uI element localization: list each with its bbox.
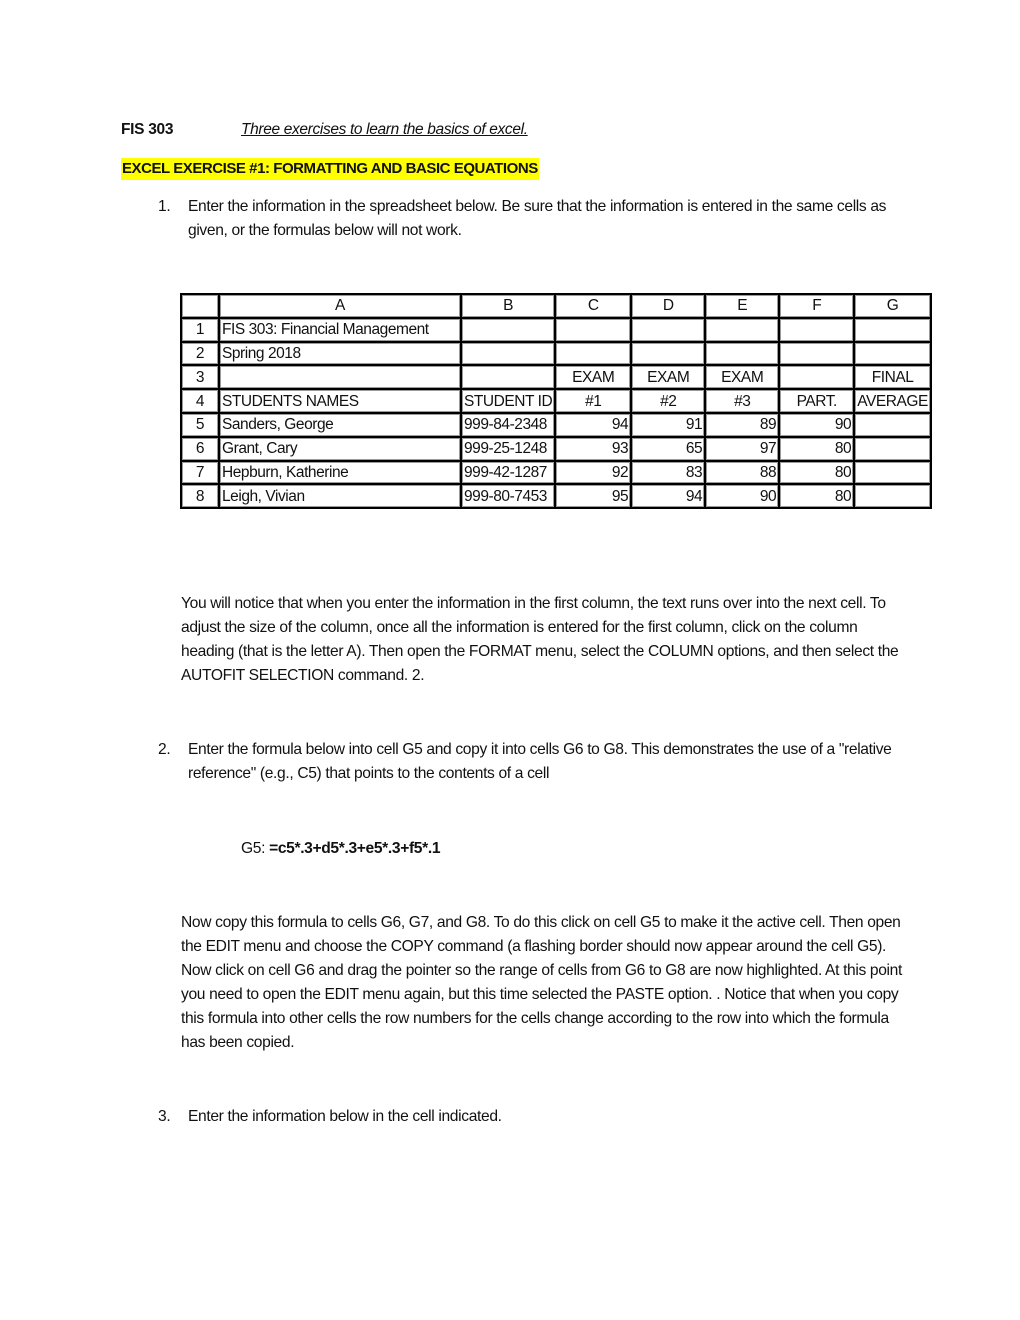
cell-d5[interactable]: 91 <box>630 411 707 438</box>
cell-a5[interactable]: Sanders, George <box>218 411 462 438</box>
cell-e8[interactable]: 90 <box>704 483 781 510</box>
cell-g5[interactable] <box>853 411 932 438</box>
cell-b2[interactable] <box>459 340 557 367</box>
cell-a6[interactable]: Grant, Cary <box>218 435 462 462</box>
row-header[interactable]: 6 <box>180 435 220 462</box>
cell-g2[interactable] <box>853 340 932 367</box>
cell-c5[interactable]: 94 <box>554 411 633 438</box>
column-header-c[interactable]: C <box>554 293 633 319</box>
cell-g6[interactable] <box>853 435 932 462</box>
row-header[interactable]: 5 <box>180 411 220 438</box>
exercise-title: EXCEL EXERCISE #1: FORMATTING AND BASIC … <box>121 158 539 180</box>
cell-d3[interactable]: EXAM <box>630 364 707 391</box>
cell-a1[interactable]: FIS 303: Financial Management <box>218 316 462 343</box>
cell-f1[interactable] <box>778 316 856 343</box>
row-header[interactable]: 1 <box>180 316 220 343</box>
formula-cell-label: G5: <box>241 840 270 857</box>
autofit-note: You will notice that when you enter the … <box>181 595 899 684</box>
cell-e4[interactable]: #3 <box>704 388 781 414</box>
step-3-number: 3. <box>158 1108 171 1125</box>
cell-c3[interactable]: EXAM <box>554 364 633 391</box>
cell-e2[interactable] <box>704 340 781 367</box>
row-header[interactable]: 8 <box>180 483 220 510</box>
corner-cell[interactable] <box>180 293 220 319</box>
spreadsheet-table: A B C D E F G 1 FIS 303: Financial Management 2 Sp… <box>180 293 932 510</box>
column-header-g[interactable]: G <box>853 293 932 319</box>
cell-g4[interactable]: AVERAGE <box>853 388 932 414</box>
table-row: 7 Hepburn, Katherine 999-42-1287 92 83 88 80 <box>180 459 932 486</box>
step-1-text: Enter the information in the spreadsheet… <box>188 198 887 239</box>
cell-f5[interactable]: 90 <box>778 411 856 438</box>
row-header[interactable]: 7 <box>180 459 220 486</box>
row-header[interactable]: 4 <box>180 388 220 414</box>
table-row: 1 FIS 303: Financial Management <box>180 316 932 343</box>
cell-g1[interactable] <box>853 316 932 343</box>
cell-b1[interactable] <box>459 316 557 343</box>
cell-d1[interactable] <box>630 316 707 343</box>
step-1-number: 1. <box>158 198 171 215</box>
step-3-text: Enter the information below in the cell … <box>188 1108 502 1125</box>
cell-c1[interactable] <box>554 316 633 343</box>
cell-b3[interactable] <box>459 364 557 391</box>
cell-c7[interactable]: 92 <box>554 459 633 486</box>
cell-b7[interactable]: 999-42-1287 <box>459 459 557 486</box>
cell-e6[interactable]: 97 <box>704 435 781 462</box>
cell-f7[interactable]: 80 <box>778 459 856 486</box>
column-header-a[interactable]: A <box>218 293 462 319</box>
cell-a4[interactable]: STUDENTS NAMES <box>218 388 462 414</box>
cell-d7[interactable]: 83 <box>630 459 707 486</box>
table-row: 2 Spring 2018 <box>180 340 932 367</box>
cell-f6[interactable]: 80 <box>778 435 856 462</box>
table-row: 3 EXAM EXAM EXAM FINAL <box>180 364 932 391</box>
table-row: 4 STUDENTS NAMES STUDENT ID #1 #2 #3 PART. AVER… <box>180 388 932 414</box>
row-header[interactable]: 3 <box>180 364 220 391</box>
row-header[interactable]: 2 <box>180 340 220 367</box>
cell-d6[interactable]: 65 <box>630 435 707 462</box>
cell-b8[interactable]: 999-80-7453 <box>459 483 557 510</box>
cell-e7[interactable]: 88 <box>704 459 781 486</box>
copy-instructions: Now copy this formula to cells G6, G7, a… <box>181 914 902 1051</box>
formula-line: G5: =c5*.3+d5*.3+e5*.3+f5*.1 <box>241 837 441 861</box>
cell-a3[interactable] <box>218 364 462 391</box>
cell-c8[interactable]: 95 <box>554 483 633 510</box>
cell-a8[interactable]: Leigh, Vivian <box>218 483 462 510</box>
course-code: FIS 303 <box>121 121 174 138</box>
cell-e1[interactable] <box>704 316 781 343</box>
column-header-e[interactable]: E <box>704 293 781 319</box>
column-header-row: ABCDEFG <box>180 293 932 319</box>
cell-d2[interactable] <box>630 340 707 367</box>
cell-a7[interactable]: Hepburn, Katherine <box>218 459 462 486</box>
column-header-b[interactable]: B <box>459 293 557 319</box>
cell-g8[interactable] <box>853 483 932 510</box>
cell-f3[interactable] <box>778 364 856 391</box>
formula-expression: =c5*.3+d5*.3+e5*.3+f5*.1 <box>269 840 441 857</box>
table-row: 8 Leigh, Vivian 999-80-7453 95 94 90 80 <box>180 483 932 510</box>
cell-f4[interactable]: PART. <box>778 388 856 414</box>
cell-g3[interactable]: FINAL <box>853 364 932 391</box>
cell-d4[interactable]: #2 <box>630 388 707 414</box>
cell-f8[interactable]: 80 <box>778 483 856 510</box>
cell-b5[interactable]: 999-84-2348 <box>459 411 557 438</box>
cell-a2[interactable]: Spring 2018 <box>218 340 462 367</box>
cell-e5[interactable]: 89 <box>704 411 781 438</box>
column-header-f[interactable]: F <box>778 293 856 319</box>
cell-f2[interactable] <box>778 340 856 367</box>
cell-c4[interactable]: #1 <box>554 388 633 414</box>
table-row: 5 Sanders, George 999-84-2348 94 91 89 90 <box>180 411 932 438</box>
cell-c2[interactable] <box>554 340 633 367</box>
document-subtitle: Three exercises to learn the basics of e… <box>241 121 528 138</box>
cell-g7[interactable] <box>853 459 932 486</box>
step-2-number: 2. <box>158 741 171 758</box>
cell-b6[interactable]: 999-25-1248 <box>459 435 557 462</box>
step-2-text: Enter the formula below into cell G5 and… <box>188 741 892 782</box>
cell-e3[interactable]: EXAM <box>704 364 781 391</box>
table-row: 6 Grant, Cary 999-25-1248 93 65 97 80 <box>180 435 932 462</box>
cell-b4[interactable]: STUDENT ID <box>459 388 557 414</box>
column-header-d[interactable]: D <box>630 293 707 319</box>
cell-c6[interactable]: 93 <box>554 435 633 462</box>
cell-d8[interactable]: 94 <box>630 483 707 510</box>
